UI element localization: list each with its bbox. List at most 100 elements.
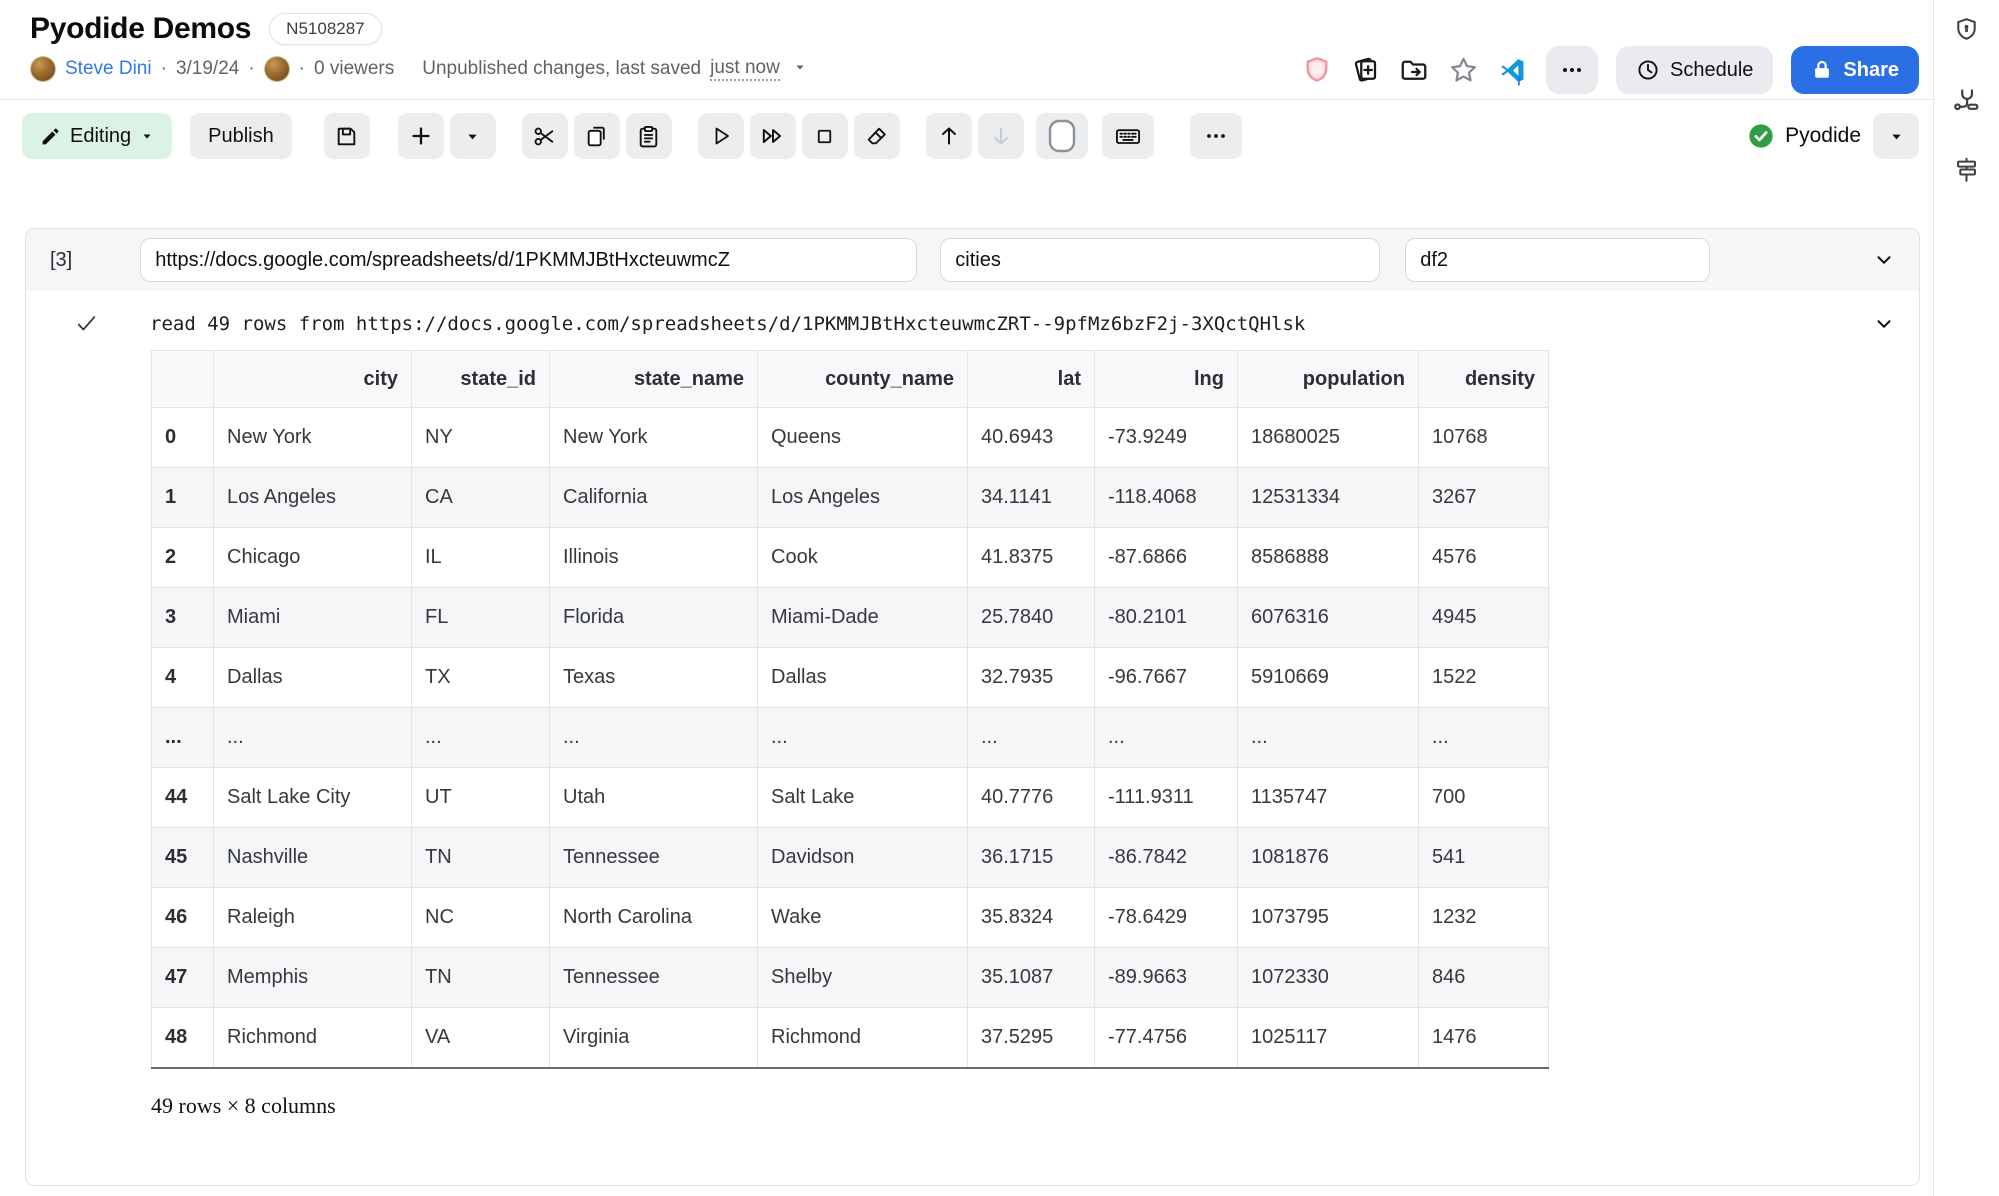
- cell-input-bar: [3]: [26, 229, 1919, 291]
- move-to-folder-icon[interactable]: [1398, 55, 1430, 85]
- meta-separator: ·: [161, 58, 167, 80]
- diagnostics-stethoscope-icon[interactable]: [1952, 85, 1981, 114]
- move-cell-up-button[interactable]: [926, 113, 972, 159]
- minimap-signpost-icon[interactable]: [1953, 156, 1980, 183]
- table-cell: Raleigh: [214, 888, 412, 948]
- focus-mode-button[interactable]: [1036, 113, 1088, 159]
- row-index: ...: [152, 708, 214, 768]
- clear-outputs-button[interactable]: [854, 113, 900, 159]
- table-cell: ...: [1095, 708, 1238, 768]
- table-cell: 37.5295: [968, 1008, 1095, 1068]
- table-cell: 6076316: [1238, 588, 1419, 648]
- security-shield-icon[interactable]: [1953, 16, 1980, 43]
- spreadsheet-url-input[interactable]: [140, 238, 917, 282]
- table-cell: California: [550, 468, 758, 528]
- row-index: 47: [152, 948, 214, 1008]
- header-more-menu-button[interactable]: [1546, 46, 1598, 94]
- table-row: 44Salt Lake CityUTUtahSalt Lake40.7776-1…: [152, 768, 1549, 828]
- table-cell: -86.7842: [1095, 828, 1238, 888]
- table-cell: -89.9663: [1095, 948, 1238, 1008]
- output-status-line: read 49 rows from https://docs.google.co…: [150, 313, 1305, 335]
- author-avatar[interactable]: [30, 56, 56, 82]
- table-cell: 35.8324: [968, 888, 1095, 948]
- table-cell: 846: [1419, 948, 1549, 1008]
- copy-icon: [584, 124, 609, 149]
- keyboard-shortcuts-button[interactable]: [1102, 113, 1154, 159]
- share-button[interactable]: Share: [1791, 46, 1919, 94]
- cell-collapse-chevron-icon[interactable]: [1873, 249, 1895, 271]
- table-cell: 18680025: [1238, 408, 1419, 468]
- table-cell: ...: [412, 708, 550, 768]
- star-icon[interactable]: [1448, 55, 1479, 86]
- row-index: 44: [152, 768, 214, 828]
- dataframe-name-input[interactable]: [1405, 238, 1710, 282]
- run-all-button[interactable]: [750, 113, 796, 159]
- vscode-icon[interactable]: f: [1497, 55, 1528, 86]
- table-cell: IL: [412, 528, 550, 588]
- cell-index-label: [3]: [50, 249, 72, 272]
- schedule-button[interactable]: Schedule: [1616, 46, 1773, 94]
- save-button[interactable]: [324, 113, 370, 159]
- table-cell: -87.6866: [1095, 528, 1238, 588]
- table-cell: ...: [1419, 708, 1549, 768]
- table-cell: Salt Lake: [758, 768, 968, 828]
- sheet-name-input[interactable]: [940, 238, 1380, 282]
- table-cell: Los Angeles: [214, 468, 412, 528]
- paste-button[interactable]: [626, 113, 672, 159]
- dataframe: citystate_idstate_namecounty_namelatlngp…: [151, 350, 1549, 1069]
- eraser-icon: [864, 124, 889, 149]
- table-cell: 10768: [1419, 408, 1549, 468]
- table-cell: ...: [968, 708, 1095, 768]
- duplicate-notebook-icon[interactable]: [1350, 55, 1380, 85]
- table-cell: Miami: [214, 588, 412, 648]
- output-collapse-chevron-icon[interactable]: [1873, 313, 1895, 335]
- cut-button[interactable]: [522, 113, 568, 159]
- table-cell: North Carolina: [550, 888, 758, 948]
- cell-output-header: read 49 rows from https://docs.google.co…: [26, 291, 1919, 336]
- save-status-caret-icon[interactable]: [793, 58, 807, 80]
- table-cell: Florida: [550, 588, 758, 648]
- publish-button[interactable]: Publish: [190, 113, 292, 159]
- add-cell-button[interactable]: [398, 113, 444, 159]
- table-cell: 1025117: [1238, 1008, 1419, 1068]
- table-cell: Illinois: [550, 528, 758, 588]
- viewer-avatar[interactable]: [264, 56, 290, 82]
- table-cell: Miami-Dade: [758, 588, 968, 648]
- fast-forward-icon: [760, 123, 786, 149]
- add-cell-menu-button[interactable]: [450, 113, 496, 159]
- move-cell-down-button[interactable]: [978, 113, 1024, 159]
- table-row: 45NashvilleTNTennesseeDavidson36.1715-86…: [152, 828, 1549, 888]
- save-time: just now: [710, 57, 780, 81]
- table-cell: ...: [758, 708, 968, 768]
- table-cell: ...: [550, 708, 758, 768]
- stop-button[interactable]: [802, 113, 848, 159]
- copy-button[interactable]: [574, 113, 620, 159]
- right-sidebar: [1933, 0, 1999, 1196]
- play-icon: [709, 124, 733, 148]
- notebook-header: Pyodide Demos N5108287 Steve Dini · 3/19…: [0, 0, 1933, 100]
- table-cell: TN: [412, 948, 550, 1008]
- table-cell: Dallas: [214, 648, 412, 708]
- author-link[interactable]: Steve Dini: [65, 58, 152, 80]
- table-cell: 700: [1419, 768, 1549, 828]
- table-row: 4DallasTXTexasDallas32.7935-96.766759106…: [152, 648, 1549, 708]
- column-header: lat: [968, 351, 1095, 408]
- table-cell: VA: [412, 1008, 550, 1068]
- table-row: 47MemphisTNTennesseeShelby35.1087-89.966…: [152, 948, 1549, 1008]
- table-cell: 1081876: [1238, 828, 1419, 888]
- toolbar-more-button[interactable]: [1190, 113, 1242, 159]
- table-cell: 1135747: [1238, 768, 1419, 828]
- arrow-down-icon: [989, 124, 1013, 148]
- editing-mode-button[interactable]: Editing: [22, 113, 172, 159]
- table-cell: Memphis: [214, 948, 412, 1008]
- run-cell-button[interactable]: [698, 113, 744, 159]
- caret-down-icon: [1889, 129, 1904, 144]
- privacy-shield-icon[interactable]: [1302, 55, 1332, 85]
- meta-separator: ·: [248, 58, 254, 80]
- table-cell: Utah: [550, 768, 758, 828]
- table-cell: TN: [412, 828, 550, 888]
- notebook-toolbar: Editing Publish: [0, 100, 1933, 172]
- kernel-menu-button[interactable]: [1873, 113, 1919, 159]
- table-cell: Nashville: [214, 828, 412, 888]
- table-cell: Cook: [758, 528, 968, 588]
